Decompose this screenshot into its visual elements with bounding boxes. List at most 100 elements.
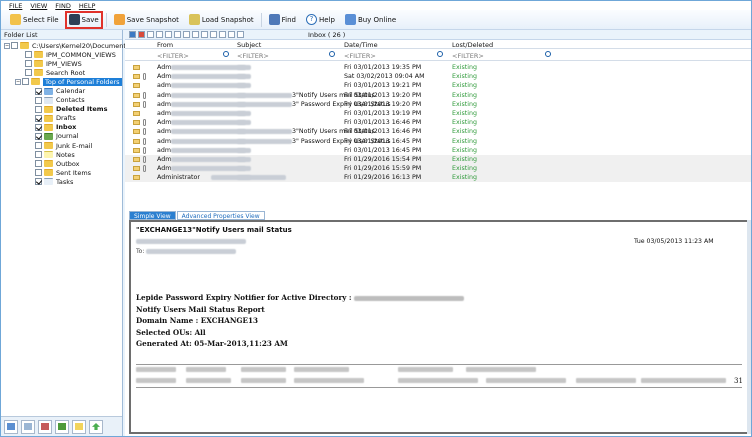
journal-nav-button[interactable] (55, 419, 69, 434)
checkbox[interactable] (35, 114, 42, 122)
help-button[interactable]: ? Help (303, 12, 338, 28)
filter-search-icon[interactable] (437, 51, 443, 57)
checkbox[interactable] (35, 142, 42, 150)
buy-online-button[interactable]: Buy Online (342, 12, 399, 28)
message-row[interactable]: adm 3" Password Expiry User Status Fri 03/… (125, 100, 751, 109)
save-snapshot-button[interactable]: Save Snapshot (111, 12, 182, 28)
filter-search-icon[interactable] (545, 51, 551, 57)
tree-item-deleted-items[interactable]: Deleted Items (1, 105, 122, 114)
redacted-subject (237, 147, 251, 153)
attachment-column-icon[interactable] (147, 31, 154, 38)
preview-scrollbar[interactable] (747, 220, 751, 434)
checkbox[interactable] (22, 78, 29, 86)
checkbox[interactable] (25, 51, 32, 59)
message-row[interactable]: Administrator Fri 01/29/2016 16:13 PM Exis… (125, 173, 751, 183)
checkbox[interactable] (35, 105, 42, 113)
checkbox[interactable] (35, 96, 42, 104)
checkbox[interactable] (25, 60, 32, 68)
message-row[interactable]: Adm Fri 03/01/2013 19:35 PM Existing (125, 63, 751, 72)
contacts-nav-button[interactable] (21, 419, 35, 434)
tree-item-ipm-common-views[interactable]: IPM_COMMON_VIEWS (1, 50, 122, 59)
refresh-icon[interactable] (129, 31, 136, 38)
filter-search-icon[interactable] (329, 51, 335, 57)
tree-item-journal[interactable]: Journal (1, 132, 122, 141)
tree-item-inbox[interactable]: Inbox (1, 123, 122, 132)
checkbox[interactable] (25, 69, 32, 77)
checkbox[interactable] (35, 160, 42, 168)
load-snapshot-button[interactable]: Load Snapshot (186, 12, 257, 28)
checkbox[interactable] (35, 151, 42, 159)
filter-from[interactable]: <FILTER> (157, 52, 189, 60)
row-datetime: Fri 01/29/2016 16:13 PM (344, 174, 422, 182)
checkbox-column-icon[interactable] (174, 31, 181, 38)
tree-root[interactable]: − C:\Users\Kernel20\Documents (1, 41, 129, 50)
tree-item-drafts[interactable]: Drafts (1, 114, 122, 123)
save-button[interactable]: Save (64, 10, 103, 29)
tree-item-tasks[interactable]: Tasks (1, 177, 122, 186)
message-row[interactable]: Adm Fri 01/29/2016 15:59 PM Existing (125, 164, 751, 174)
column-icon[interactable] (201, 31, 208, 38)
redacted-sender (171, 129, 246, 135)
filter-subject[interactable]: <FILTER> (237, 52, 269, 60)
collapse-icon[interactable]: − (15, 78, 21, 85)
tree-item-sent-items[interactable]: Sent Items (1, 168, 122, 177)
message-row[interactable]: Adm Fri 01/29/2016 15:54 PM Existing (125, 154, 751, 165)
tab-simple-view[interactable]: Simple View (129, 211, 176, 220)
checkbox[interactable] (35, 132, 42, 140)
redacted-sender (171, 65, 246, 70)
redacted-sender (171, 101, 246, 107)
column-icon[interactable] (219, 31, 226, 38)
notes-nav-button[interactable] (72, 419, 86, 434)
menu-view[interactable]: VIEW (30, 2, 47, 10)
col-subject[interactable]: Subject (237, 41, 261, 49)
tree-item-contacts[interactable]: Contacts (1, 96, 122, 105)
checkbox[interactable] (35, 169, 42, 177)
checkbox[interactable] (35, 123, 42, 131)
menu-find[interactable]: FIND (55, 2, 71, 10)
column-icon[interactable] (237, 31, 244, 38)
message-row[interactable]: adm Fri 03/01/2013 16:45 PM Existing (125, 146, 751, 155)
row-from: adm (157, 82, 171, 90)
message-row[interactable]: adm Fri 03/01/2013 19:21 PM Existing (125, 81, 751, 90)
menu-file[interactable]: FILE (9, 2, 22, 10)
message-row[interactable]: adm 3" Password Expiry User Status Fri 03/… (125, 137, 751, 146)
flag-icon[interactable] (138, 31, 145, 38)
filter-date[interactable]: <FILTER> (344, 52, 376, 60)
find-button[interactable]: Find (266, 12, 299, 28)
message-row[interactable]: Adm Sat 03/02/2013 09:04 AM Existing (125, 72, 751, 81)
tree-item-notes[interactable]: Notes (1, 150, 122, 159)
col-from[interactable]: From (157, 41, 173, 49)
tree-item-outbox[interactable]: Outbox (1, 159, 122, 168)
checkbox[interactable] (35, 178, 42, 186)
tree-item-calendar[interactable]: Calendar (1, 86, 122, 95)
column-icon[interactable] (183, 31, 190, 38)
column-icon[interactable] (192, 31, 199, 38)
menu-help[interactable]: HELP (79, 2, 96, 10)
col-datetime[interactable]: Date/Time (344, 41, 378, 49)
importance-column-icon[interactable] (165, 31, 172, 38)
collapse-icon[interactable]: − (4, 42, 10, 49)
message-row[interactable]: Adm Fri 03/01/2013 16:46 PM Existing (125, 118, 751, 127)
column-icon[interactable] (228, 31, 235, 38)
row-datetime: Fri 03/01/2013 19:20 PM (344, 100, 422, 108)
mail-nav-button[interactable] (4, 419, 18, 434)
select-file-button[interactable]: Select File (7, 12, 62, 28)
check-column-icon[interactable] (156, 31, 163, 38)
tasks-nav-button[interactable] (89, 419, 103, 434)
checkbox[interactable] (35, 87, 42, 95)
tree-item-search-root[interactable]: Search Root (1, 68, 122, 77)
tree-item-top-of-personal-folders[interactable]: − Top of Personal Folders (1, 77, 122, 86)
message-row[interactable]: adm 3"Notify Users mail Status Fri 03/01/2… (125, 91, 751, 100)
tree-item-junk-email[interactable]: Junk E-mail (1, 141, 122, 150)
calendar-nav-button[interactable] (38, 419, 52, 434)
message-row[interactable]: adm Fri 03/01/2013 19:19 PM Existing (125, 109, 751, 118)
filter-search-icon[interactable] (223, 51, 229, 57)
col-lost-deleted[interactable]: Lost/Deleted (452, 41, 493, 49)
preview-date: Tue 03/05/2013 11:23 AM (634, 238, 714, 245)
message-row[interactable]: adm 3"Notify Users mail Status Fri 03/01/2… (125, 127, 751, 136)
checkbox[interactable] (11, 42, 18, 50)
column-icon[interactable] (210, 31, 217, 38)
filter-status[interactable]: <FILTER> (452, 52, 484, 60)
tree-item-ipm-views[interactable]: IPM_VIEWS (1, 59, 122, 68)
tab-advanced-properties-view[interactable]: Advanced Properties View (176, 211, 265, 220)
